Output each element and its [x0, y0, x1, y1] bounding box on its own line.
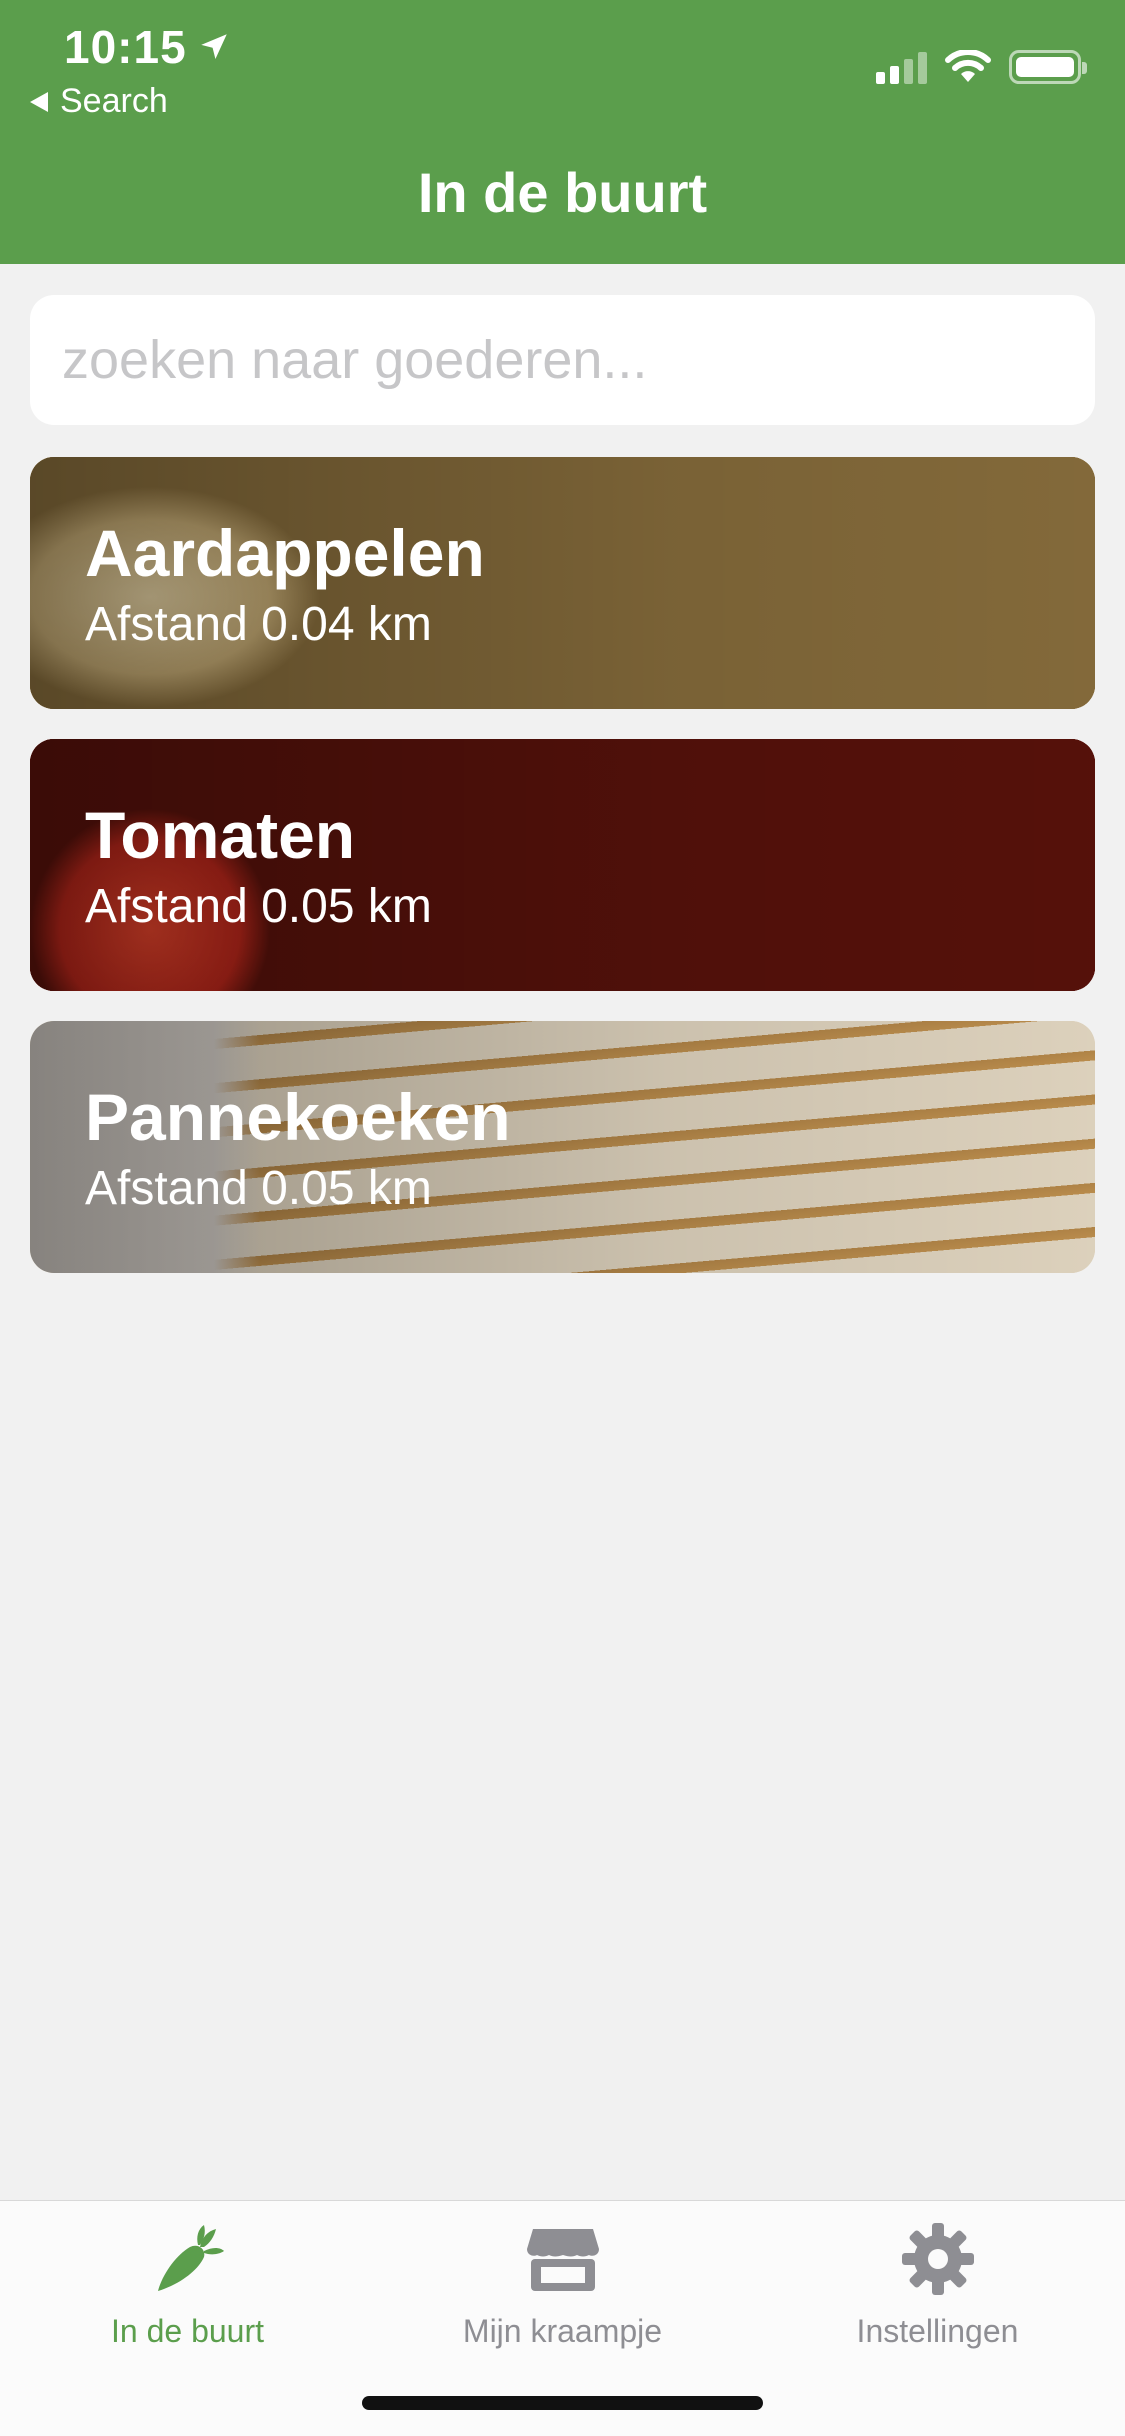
- location-arrow-icon: [200, 34, 227, 60]
- tab-instellingen[interactable]: Instellingen: [750, 2219, 1125, 2350]
- status-indicators: [876, 50, 1087, 84]
- item-distance: Afstand 0.05 km: [85, 880, 432, 933]
- search-bar[interactable]: [30, 295, 1095, 425]
- page-title: In de buurt: [417, 161, 708, 224]
- cellular-signal-icon: [876, 50, 927, 84]
- item-name: Tomaten: [85, 798, 356, 872]
- item-name: Pannekoeken: [85, 1080, 511, 1154]
- back-to-search-button[interactable]: Search: [30, 82, 168, 121]
- tab-label: In de buurt: [111, 2313, 264, 2349]
- tab-in-de-buurt[interactable]: In de buurt: [0, 2219, 375, 2350]
- tab-mijn-kraampje[interactable]: Mijn kraampje: [375, 2219, 750, 2350]
- item-distance: Afstand 0.05 km: [85, 1162, 432, 1215]
- back-triangle-icon: [30, 91, 48, 112]
- home-indicator[interactable]: [362, 2396, 763, 2410]
- store-icon: [526, 2229, 599, 2291]
- item-name: Aardappelen: [85, 516, 485, 590]
- item-card-aardappelen[interactable]: Aardappelen Afstand 0.04 km: [30, 457, 1095, 709]
- back-search-label: Search: [60, 82, 168, 120]
- tab-label: Mijn kraampje: [462, 2313, 663, 2349]
- item-distance: Afstand 0.04 km: [85, 598, 432, 651]
- item-card-pannekoeken[interactable]: Pannekoeken Afstand 0.05 km: [30, 1021, 1095, 1273]
- search-input[interactable]: [62, 329, 1095, 391]
- wifi-icon: [945, 50, 991, 82]
- navigation-header: 10:15 Search In de buurt: [0, 0, 1125, 264]
- battery-icon: [1009, 50, 1087, 84]
- item-card-tomaten[interactable]: Tomaten Afstand 0.05 km: [30, 739, 1095, 991]
- status-time-text: 10:15: [64, 21, 187, 73]
- tab-label: Instellingen: [856, 2313, 1019, 2349]
- carrot-icon: [157, 2225, 224, 2291]
- status-time: 10:15: [64, 20, 231, 74]
- gear-icon: [901, 2223, 974, 2295]
